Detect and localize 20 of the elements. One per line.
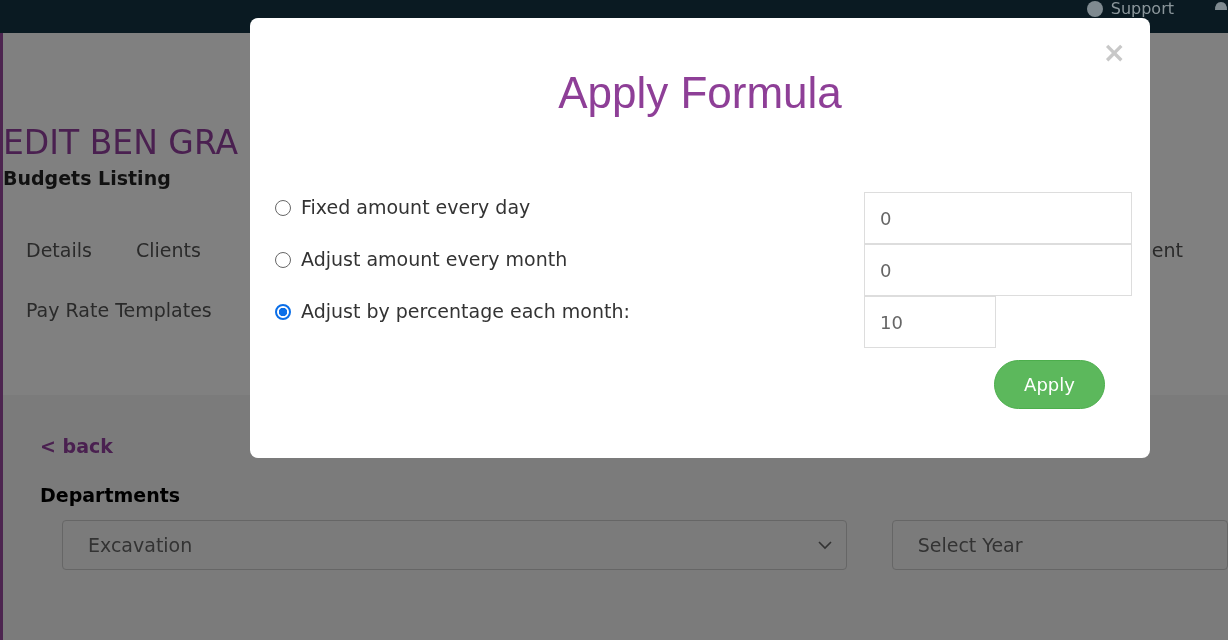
option-label: Adjust by percentage each month: <box>301 299 631 324</box>
tab[interactable]: Pay Rate Templates <box>26 299 212 321</box>
input-field[interactable]: 0 <box>864 244 1132 296</box>
input-field[interactable]: 10 <box>864 296 996 348</box>
option-label: Fixed amount every day <box>301 195 532 220</box>
departments-label: Departments <box>40 484 182 506</box>
support-link[interactable]: Support <box>1086 0 1174 18</box>
option-label: Adjust amount every month <box>301 247 569 272</box>
tab[interactable]: Details <box>26 239 92 261</box>
department-select[interactable]: Excavation <box>62 520 847 570</box>
apply-button[interactable]: Apply <box>994 360 1105 409</box>
modal-title: Apply Formula <box>557 67 843 119</box>
radio-button[interactable] <box>275 304 291 320</box>
page-subtitle: Budgets Listing <box>3 167 172 189</box>
year-select[interactable]: Select Year <box>891 520 1228 570</box>
chevron-down-icon <box>817 540 832 550</box>
tab[interactable]: Clients <box>135 239 201 261</box>
input-field[interactable]: 0 <box>864 192 1132 244</box>
page-title: EDIT BEN GRA <box>3 125 240 161</box>
tab[interactable]: ent <box>1151 239 1183 261</box>
